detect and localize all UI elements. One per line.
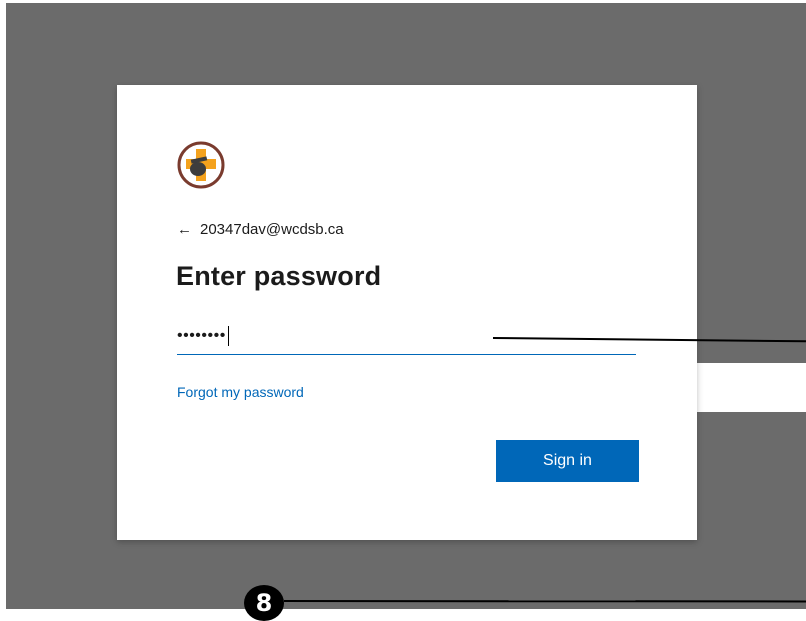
back-to-account-button[interactable]: ← 20347dav@wcdsb.ca xyxy=(177,218,344,240)
text-caret xyxy=(227,326,229,346)
account-email: 20347dav@wcdsb.ca xyxy=(200,220,344,238)
sign-in-card: ← 20347dav@wcdsb.ca Enter password •••••… xyxy=(117,85,697,540)
school-crest-icon xyxy=(177,141,225,189)
sign-in-button[interactable]: Sign in xyxy=(496,440,639,482)
password-value: •••••••• xyxy=(177,327,226,344)
back-arrow-icon: ← xyxy=(177,220,192,238)
password-field[interactable]: •••••••• xyxy=(177,318,636,355)
forgot-password-link[interactable]: Forgot my password xyxy=(177,384,304,400)
page-title: Enter password xyxy=(176,261,382,291)
annotation-marker: 8 xyxy=(244,585,284,621)
